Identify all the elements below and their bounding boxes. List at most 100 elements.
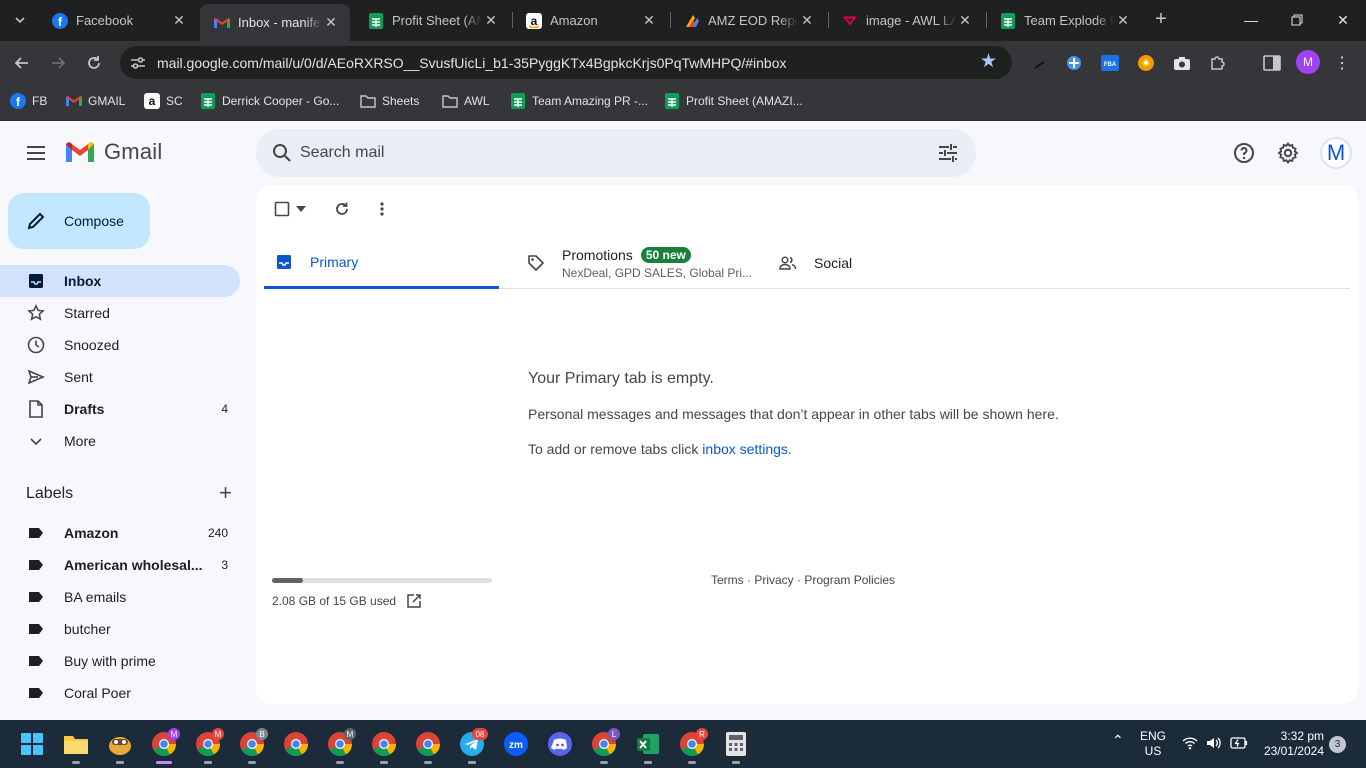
bookmark-fb[interactable]: f FB — [10, 93, 47, 109]
search-input[interactable] — [300, 141, 900, 165]
restore-button[interactable] — [1274, 6, 1320, 34]
taskbar-chrome-profile-r[interactable]: R — [676, 728, 708, 764]
taskbar-calculator[interactable] — [720, 728, 752, 764]
refresh-icon[interactable] — [332, 199, 352, 219]
show-hidden-icons-chevron[interactable]: ⌃ — [1112, 732, 1124, 749]
extension-puzzle-blue-icon[interactable] — [1064, 53, 1084, 73]
nav-drafts[interactable]: Drafts 4 — [0, 393, 240, 425]
close-window-button[interactable]: ✕ — [1320, 6, 1366, 34]
minimize-button[interactable]: — — [1228, 6, 1274, 34]
browser-tab-team-explode[interactable]: Team Explode Pr ✕ — [986, 4, 1142, 37]
gmail-logo[interactable]: Gmail — [64, 139, 162, 165]
browser-tab-amazon[interactable]: a Amazon ✕ — [512, 4, 668, 37]
extension-camera-icon[interactable] — [1172, 53, 1192, 73]
taskbar-discord[interactable] — [544, 728, 576, 760]
nav-starred[interactable]: Starred — [0, 297, 240, 329]
more-options-kebab-icon[interactable] — [372, 199, 392, 219]
bookmark-star-icon[interactable]: ★ — [980, 52, 1000, 72]
close-icon[interactable]: ✕ — [322, 14, 340, 31]
tab-search-button[interactable] — [6, 7, 34, 33]
label-buy-with-prime[interactable]: Buy with prime — [0, 645, 240, 677]
bookmark-awl-folder[interactable]: AWL — [442, 93, 490, 109]
taskbar-chrome-profile-1[interactable]: M — [148, 728, 180, 764]
back-button[interactable] — [8, 49, 36, 77]
program-policies-link[interactable]: Program Policies — [804, 573, 895, 587]
notification-count-badge[interactable]: 3 — [1329, 736, 1346, 753]
browser-tab-facebook[interactable]: f Facebook ✕ — [38, 4, 198, 37]
extension-circle-icon[interactable] — [1136, 53, 1156, 73]
terms-link[interactable]: Terms — [711, 573, 744, 587]
account-avatar[interactable]: M — [1320, 137, 1352, 169]
bookmark-derrick-cooper[interactable]: Derrick Cooper - Go... — [200, 93, 339, 109]
browser-tab-amz-eod[interactable]: AMZ EOD Report ✕ — [670, 4, 826, 37]
add-label-icon[interactable]: + — [219, 482, 232, 504]
bookmark-team-amazing[interactable]: Team Amazing PR -... — [510, 93, 648, 109]
wifi-icon[interactable] — [1182, 736, 1198, 750]
taskbar-chrome-profile-7[interactable] — [412, 728, 444, 764]
privacy-link[interactable]: Privacy — [754, 573, 793, 587]
close-icon[interactable]: ✕ — [170, 12, 188, 29]
extensions-puzzle-icon[interactable] — [1208, 53, 1228, 73]
taskbar-chrome-profile-l[interactable]: L — [588, 728, 620, 764]
bookmark-profit-sheet[interactable]: Profit Sheet (AMAZI... — [664, 93, 803, 109]
bookmark-sc[interactable]: a SC — [144, 93, 183, 109]
close-icon[interactable]: ✕ — [640, 12, 658, 29]
volume-icon[interactable] — [1206, 736, 1222, 750]
search-bar[interactable] — [256, 129, 976, 177]
nav-more[interactable]: More — [0, 425, 240, 457]
chrome-profile-avatar[interactable]: M — [1296, 50, 1320, 74]
close-icon[interactable]: ✕ — [956, 12, 974, 29]
search-options-icon[interactable] — [936, 141, 960, 165]
browser-tab-inbox[interactable]: Inbox - manifest ✕ — [200, 4, 350, 41]
close-icon[interactable]: ✕ — [798, 12, 816, 29]
label-american-wholesale[interactable]: American wholesal... 3 — [0, 549, 240, 581]
input-language[interactable]: ENG US — [1138, 729, 1168, 759]
chrome-menu-kebab-icon[interactable]: ⋮ — [1332, 53, 1352, 73]
settings-gear-icon[interactable] — [1276, 141, 1300, 165]
site-info-icon[interactable] — [128, 53, 148, 73]
taskbar-excel[interactable] — [632, 728, 664, 764]
new-tab-button[interactable]: + — [1150, 8, 1172, 32]
close-icon[interactable]: ✕ — [1114, 12, 1132, 29]
compose-button[interactable]: Compose — [8, 193, 150, 249]
tab-promotions[interactable]: Promotions 50 new NexDeal, GPD SALES, Glo… — [526, 237, 756, 289]
start-button[interactable] — [16, 728, 48, 760]
taskbar-file-explorer[interactable] — [60, 728, 92, 764]
close-icon[interactable]: ✕ — [482, 12, 500, 29]
tab-primary[interactable]: Primary — [264, 237, 499, 289]
browser-tab-profit-sheet[interactable]: Profit Sheet (AMAZ ✕ — [354, 4, 510, 37]
search-icon[interactable] — [270, 141, 294, 165]
tab-social[interactable]: Social — [778, 237, 978, 289]
browser-tab-awl-lab[interactable]: image - AWL LAB ✕ — [828, 4, 984, 37]
inbox-settings-link[interactable]: inbox settings — [702, 441, 788, 457]
label-amazon[interactable]: Amazon 240 — [0, 517, 240, 549]
taskbar-chrome-profile-3[interactable]: B — [236, 728, 268, 764]
label-coral-poer[interactable]: Coral Poer — [0, 677, 240, 709]
taskbar-chrome-profile-5[interactable]: M — [324, 728, 356, 764]
taskbar-chrome-profile-4[interactable] — [280, 728, 312, 760]
main-menu-icon[interactable] — [24, 141, 48, 165]
taskbar-chrome-profile-6[interactable] — [368, 728, 400, 764]
forward-button[interactable] — [44, 49, 72, 77]
address-bar[interactable]: mail.google.com/mail/u/0/d/AEoRXRSO__Svu… — [120, 46, 1012, 79]
extension-fba-icon[interactable]: FBA — [1100, 53, 1120, 73]
nav-sent[interactable]: Sent — [0, 361, 240, 393]
taskbar-telegram[interactable]: 08 — [456, 728, 488, 764]
nav-snoozed[interactable]: Snoozed — [0, 329, 240, 361]
nav-inbox[interactable]: Inbox — [0, 265, 240, 297]
select-all-checkbox[interactable] — [272, 199, 292, 219]
bookmark-gmail[interactable]: GMAIL — [66, 93, 125, 109]
taskbar-mascot-app[interactable] — [104, 728, 136, 764]
taskbar-zoom[interactable]: zm — [500, 728, 532, 760]
taskbar-chrome-profile-2[interactable]: M — [192, 728, 224, 764]
help-icon[interactable] — [1232, 141, 1256, 165]
bookmark-sheets-folder[interactable]: Sheets — [360, 93, 419, 109]
open-in-new-icon[interactable] — [406, 593, 422, 609]
select-dropdown-icon[interactable] — [294, 199, 308, 219]
system-clock[interactable]: 3:32 pm 23/01/2024 — [1258, 729, 1324, 759]
label-ba-emails[interactable]: BA emails — [0, 581, 240, 613]
battery-icon[interactable] — [1230, 737, 1248, 749]
extension-pen-icon[interactable] — [1030, 53, 1050, 73]
side-panel-icon[interactable] — [1262, 53, 1282, 73]
label-butcher[interactable]: butcher — [0, 613, 240, 645]
